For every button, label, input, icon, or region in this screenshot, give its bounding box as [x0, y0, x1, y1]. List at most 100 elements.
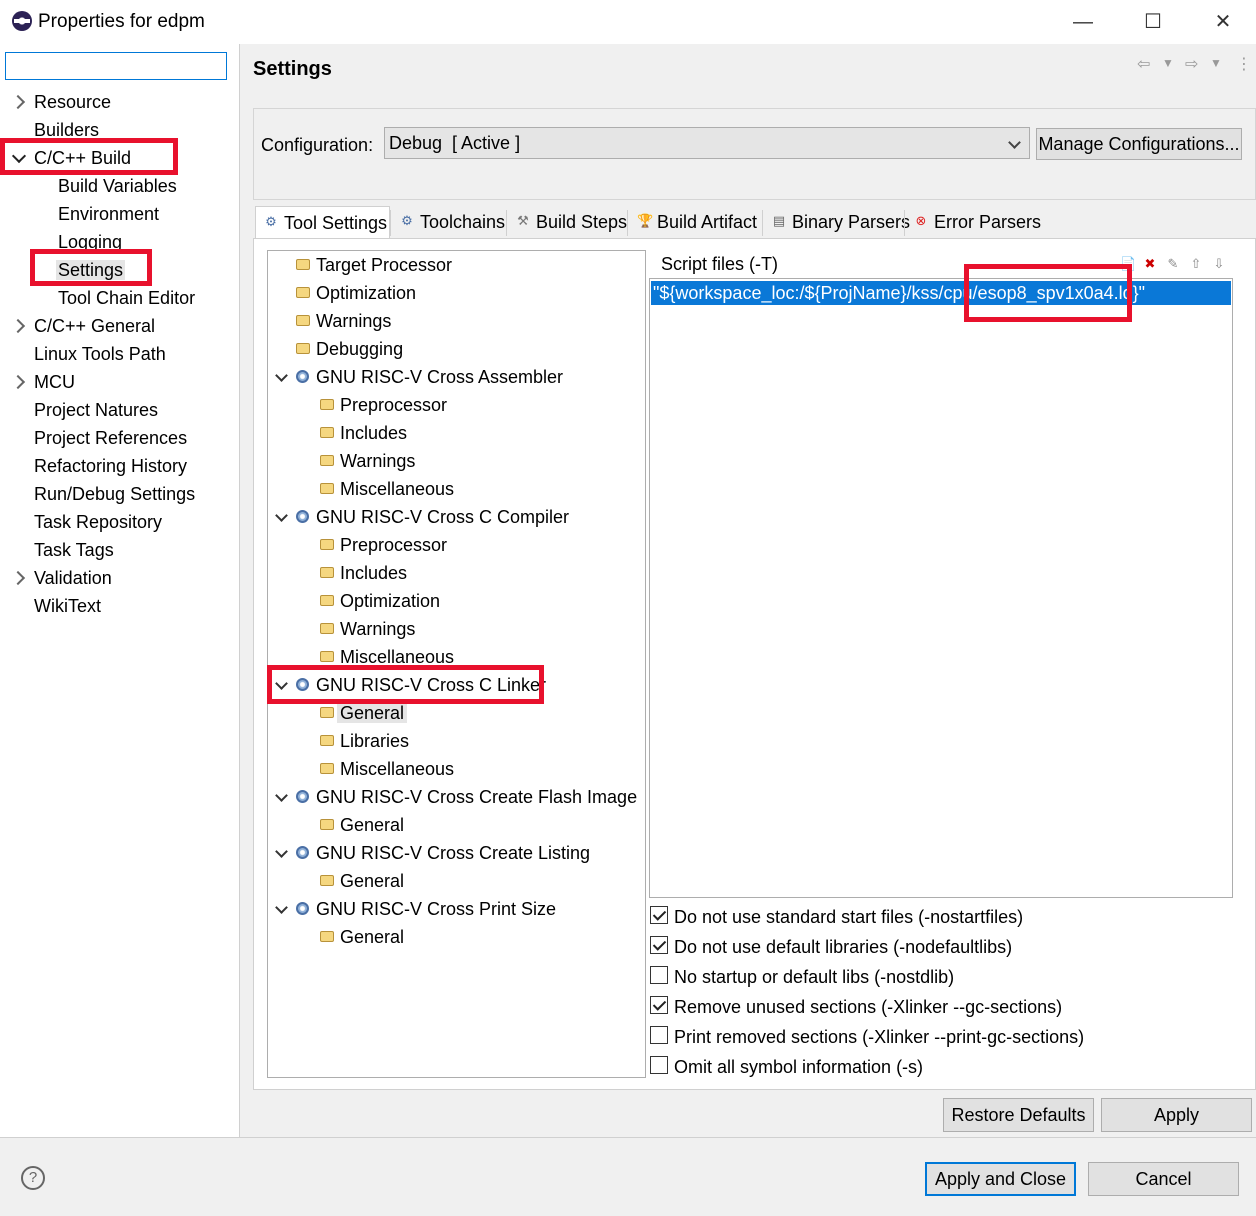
option-page-icon [320, 539, 334, 550]
sidebar-item[interactable]: Linux Tools Path [32, 341, 168, 367]
sidebar-item[interactable]: Build Variables [56, 173, 179, 199]
minimize-button[interactable]: — [1063, 8, 1103, 36]
checkbox-unchecked[interactable] [650, 1056, 668, 1074]
checkbox-unchecked[interactable] [650, 1026, 668, 1044]
sidebar-item[interactable]: WikiText [32, 593, 103, 619]
tree-option-node[interactable]: Miscellaneous [318, 756, 454, 782]
sidebar-item-label: Project References [34, 428, 188, 448]
configuration-select[interactable]: Debug [ Active ] [384, 127, 1030, 159]
tree-option-node[interactable]: Miscellaneous [318, 476, 454, 502]
tree-option-node[interactable]: Includes [318, 420, 407, 446]
checkbox-checked[interactable] [650, 906, 668, 924]
configuration-label: Configuration: [261, 135, 374, 155]
chevron-down-icon [1008, 136, 1021, 149]
sidebar-item[interactable]: Environment [56, 201, 161, 227]
sidebar-item[interactable]: C/C++ General [10, 313, 157, 339]
sidebar-item[interactable]: C/C++ Build [11, 145, 133, 171]
script-files-list[interactable] [649, 278, 1233, 898]
tab-tool-settings[interactable]: ⚙ Tool Settings [255, 206, 390, 238]
tree-tool-node[interactable]: GNU RISC-V Cross C Linker [275, 672, 546, 698]
tool-gear-icon [296, 790, 309, 803]
tree-option-node[interactable]: Includes [318, 560, 407, 586]
tree-option-node[interactable]: Miscellaneous [318, 644, 454, 670]
tree-option-node[interactable]: General [318, 812, 404, 838]
forward-menu-icon[interactable]: ▼ [1210, 56, 1222, 70]
back-menu-icon[interactable]: ▼ [1162, 56, 1174, 70]
move-up-icon[interactable]: ⇧ [1189, 256, 1203, 272]
option-label: Remove unused sections (-Xlinker --gc-se… [674, 997, 1063, 1017]
sidebar-item[interactable]: Validation [10, 565, 114, 591]
tool-gear-icon [296, 902, 309, 915]
tree-tool-node[interactable]: GNU RISC-V Cross Print Size [275, 896, 556, 922]
sidebar-item[interactable]: MCU [10, 369, 77, 395]
move-down-icon[interactable]: ⇩ [1212, 256, 1226, 272]
option-page-icon [320, 707, 334, 718]
view-menu-icon[interactable]: ⋮ [1236, 54, 1252, 74]
cancel-button[interactable]: Cancel [1088, 1162, 1239, 1196]
tab-build-steps[interactable]: ⚒ Build Steps [508, 206, 627, 238]
sidebar-item-label: Tool Chain Editor [58, 288, 196, 308]
tree-tool-node[interactable]: GNU RISC-V Cross Create Flash Image [275, 784, 637, 810]
edit-icon[interactable]: ✎ [1166, 256, 1180, 272]
tab-toolchains[interactable]: ⚙ Toolchains [392, 206, 506, 238]
tab-binary-parsers[interactable]: ▤ Binary Parsers [764, 206, 910, 238]
sidebar-item[interactable]: Project References [32, 425, 189, 451]
add-icon[interactable]: 📄 [1120, 256, 1136, 272]
sidebar-item[interactable]: Project Natures [32, 397, 160, 423]
delete-icon[interactable]: ✖ [1143, 256, 1157, 272]
sidebar-item[interactable]: Tool Chain Editor [56, 285, 197, 311]
tab-error-parsers[interactable]: ⊗ Error Parsers [906, 206, 1041, 238]
tree-option-node[interactable]: Optimization [294, 280, 416, 306]
tree-tool-node[interactable]: GNU RISC-V Cross Assembler [275, 364, 563, 390]
checkbox-unchecked[interactable] [650, 966, 668, 984]
apply-button[interactable]: Apply [1101, 1098, 1252, 1132]
tree-item-label: Includes [340, 563, 408, 583]
tree-option-node[interactable]: Optimization [318, 588, 440, 614]
sidebar-item[interactable]: Logging [56, 229, 124, 255]
sidebar-item[interactable]: Builders [32, 117, 101, 143]
manage-configurations-button[interactable]: Manage Configurations... [1036, 128, 1242, 160]
tree-option-node[interactable]: Preprocessor [318, 392, 447, 418]
sidebar-item[interactable]: Run/Debug Settings [32, 481, 197, 507]
tree-option-node[interactable]: Preprocessor [318, 532, 447, 558]
tree-option-node[interactable]: General [318, 700, 408, 726]
maximize-button[interactable]: ☐ [1133, 8, 1173, 36]
tree-option-node[interactable]: General [318, 868, 404, 894]
filter-input[interactable] [5, 52, 227, 80]
sidebar-item[interactable]: Task Repository [32, 509, 164, 535]
help-icon[interactable]: ? [21, 1166, 45, 1190]
tree-option-node[interactable]: Debugging [294, 336, 403, 362]
sidebar-item[interactable]: Resource [10, 89, 113, 115]
checkbox-checked[interactable] [650, 936, 668, 954]
forward-arrow-icon[interactable]: ⇨ [1185, 54, 1198, 74]
checkbox-checked[interactable] [650, 996, 668, 1014]
tree-item-label: Miscellaneous [340, 759, 455, 779]
sidebar-item[interactable]: Settings [56, 257, 126, 283]
tree-tool-node[interactable]: GNU RISC-V Cross Create Listing [275, 840, 590, 866]
sidebar-item-label: Task Repository [34, 512, 163, 532]
close-button[interactable]: ✕ [1203, 8, 1243, 36]
trophy-icon: 🏆 [637, 213, 654, 228]
tree-tool-node[interactable]: GNU RISC-V Cross C Compiler [275, 504, 570, 530]
script-file-entry[interactable]: "${workspace_loc:/${ProjName}/kss/cpu/es… [651, 281, 1231, 305]
configuration-value: Debug [ Active ] [389, 133, 521, 153]
tree-item-label: General [340, 927, 405, 947]
tree-option-node[interactable]: Libraries [318, 728, 409, 754]
sidebar-item[interactable]: Task Tags [32, 537, 116, 563]
sidebar-item-label: Builders [34, 120, 100, 140]
option-page-icon [320, 399, 334, 410]
tree-option-node[interactable]: General [318, 924, 404, 950]
restore-defaults-button[interactable]: Restore Defaults [943, 1098, 1094, 1132]
tree-option-node[interactable]: Target Processor [294, 252, 452, 278]
apply-and-close-button[interactable]: Apply and Close [925, 1162, 1076, 1196]
option-page-icon [320, 875, 334, 886]
tree-option-node[interactable]: Warnings [318, 448, 415, 474]
sidebar-item-label: Environment [58, 204, 160, 224]
tree-option-node[interactable]: Warnings [294, 308, 391, 334]
tree-option-node[interactable]: Warnings [318, 616, 415, 642]
sidebar-item[interactable]: Refactoring History [32, 453, 189, 479]
tree-item-label: Warnings [340, 451, 416, 471]
tree-item-label: GNU RISC-V Cross C Compiler [316, 507, 570, 527]
back-arrow-icon[interactable]: ⇦ [1137, 54, 1150, 74]
tab-build-artifact[interactable]: 🏆 Build Artifact [629, 206, 762, 238]
